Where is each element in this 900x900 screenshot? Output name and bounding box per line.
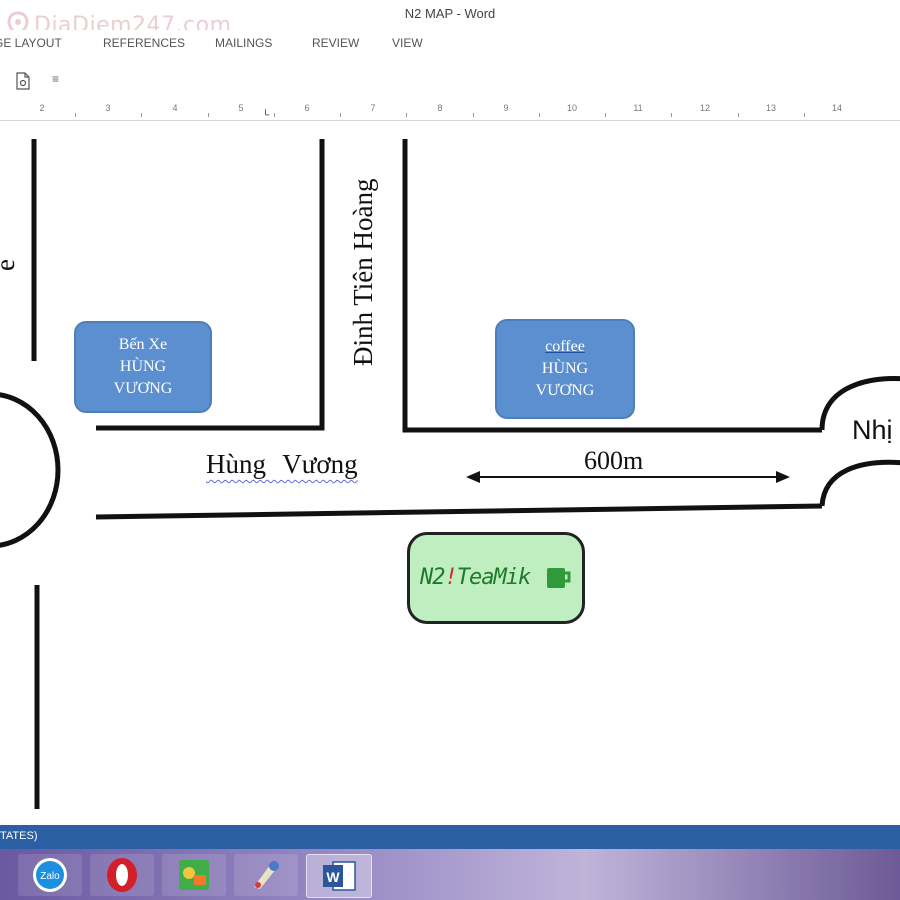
brush-icon xyxy=(254,861,279,889)
road-line-hung-vuong-bottom xyxy=(95,503,823,520)
ruler-minor-mark xyxy=(671,113,672,117)
bus-station-box: Bến Xe HÙNG VƯƠNG xyxy=(74,321,212,413)
taskbar-brush-app[interactable] xyxy=(234,854,298,896)
taskbar-opera[interactable] xyxy=(90,854,154,896)
ruler-minor-mark xyxy=(340,113,341,117)
tab-view[interactable]: VIEW xyxy=(392,36,423,50)
ruler-minor-mark xyxy=(75,113,76,117)
street-label-dinh-tien-hoang: Đinh Tiên Hoàng xyxy=(348,178,378,366)
tab-references[interactable]: REFERENCES xyxy=(103,36,185,50)
print-preview-icon[interactable] xyxy=(14,72,32,90)
ruler-minor-mark xyxy=(406,113,407,117)
coffee-shop-box: coffee HÙNG VƯƠNG xyxy=(495,319,635,419)
ruler-tick: 4 xyxy=(172,103,178,113)
arrow-left-head xyxy=(466,471,480,483)
street-label-nhi: Nhị xyxy=(852,415,893,445)
ruler-tick: 5 xyxy=(238,103,244,113)
logo-text: N2!TeaMik xyxy=(420,565,531,590)
ruler-minor-mark xyxy=(141,113,142,117)
coffee-line1: coffee xyxy=(545,338,585,355)
logo-exclamation: ! xyxy=(444,565,458,590)
ruler-tick: 2 xyxy=(39,103,45,113)
bus-station-line1: Bến Xe xyxy=(118,336,168,353)
ruler-tick: 6 xyxy=(304,103,310,113)
n2-teamilk-logo: N2!TeaMik xyxy=(407,532,585,624)
tab-review[interactable]: REVIEW xyxy=(312,36,359,50)
customize-toolbar-icon[interactable]: ≡ xyxy=(52,72,59,86)
logo-teamilk: TeaMik xyxy=(456,565,531,590)
distance-label: 600m xyxy=(584,446,644,475)
ruler-minor-mark xyxy=(738,113,739,117)
logo-n2: N2 xyxy=(420,565,445,590)
status-text: TATES) xyxy=(0,830,38,842)
tab-page-layout[interactable]: GE LAYOUT xyxy=(0,36,62,50)
taskbar-word[interactable]: W xyxy=(306,854,372,898)
windows-taskbar: Zalo W xyxy=(0,849,900,900)
ruler-minor-mark xyxy=(804,113,805,117)
ruler-tick: 8 xyxy=(437,103,443,113)
roundabout-arc xyxy=(0,392,61,548)
ruler-tick: 12 xyxy=(699,103,711,113)
tab-mailings[interactable]: MAILINGS xyxy=(215,36,272,50)
ruler-tick: 3 xyxy=(105,103,111,113)
zalo-label: Zalo xyxy=(40,871,60,882)
tab-stop-marker[interactable]: └ xyxy=(262,110,269,121)
ruler-tick: 7 xyxy=(370,103,376,113)
bus-station-line2: HÙNG xyxy=(119,358,167,375)
opera-icon xyxy=(107,858,137,892)
arrow-right-head xyxy=(776,471,790,483)
ruler-minor-mark xyxy=(473,113,474,117)
ruler-tick: 13 xyxy=(765,103,777,113)
ruler-tick: 11 xyxy=(633,103,643,113)
bus-station-line3: VƯƠNG xyxy=(113,380,173,397)
ruler-minor-mark xyxy=(208,113,209,117)
coffee-line3: VƯƠNG xyxy=(535,382,595,399)
quick-access-toolbar: ≡ xyxy=(0,64,900,101)
word-icon: W xyxy=(323,861,356,891)
zalo-icon: Zalo xyxy=(33,858,67,892)
ruler-minor-mark xyxy=(539,113,540,117)
ruler-tick: 14 xyxy=(831,103,843,113)
word-label: W xyxy=(326,869,340,885)
ruler-tick: 9 xyxy=(503,103,509,113)
paint-icon xyxy=(179,860,209,890)
road-curve-lower-right xyxy=(819,459,900,507)
ruler-tick: 10 xyxy=(566,103,578,113)
document-page[interactable]: Bến Xe HÙNG VƯƠNG coffee HÙNG VƯƠNG Hùng… xyxy=(0,121,900,825)
taskbar-zalo[interactable]: Zalo xyxy=(18,854,82,896)
ruler-minor-mark xyxy=(274,113,275,117)
ribbon-tabs: GE LAYOUT REFERENCES MAILINGS REVIEW VIE… xyxy=(0,30,900,64)
street-map-drawing xyxy=(0,139,900,809)
ruler-minor-mark xyxy=(605,113,606,117)
coffee-line2: HÙNG xyxy=(541,360,589,377)
horizontal-ruler[interactable]: 2 3 4 5 6 7 8 9 10 11 12 13 14 └ xyxy=(0,100,900,121)
cup-icon xyxy=(547,568,571,588)
taskbar-paint[interactable] xyxy=(162,854,226,896)
status-bar: TATES) xyxy=(0,825,900,849)
street-label-hung-vuong: Hùng Vương xyxy=(206,449,358,479)
street-label-left-cut: ễ xyxy=(0,259,21,271)
